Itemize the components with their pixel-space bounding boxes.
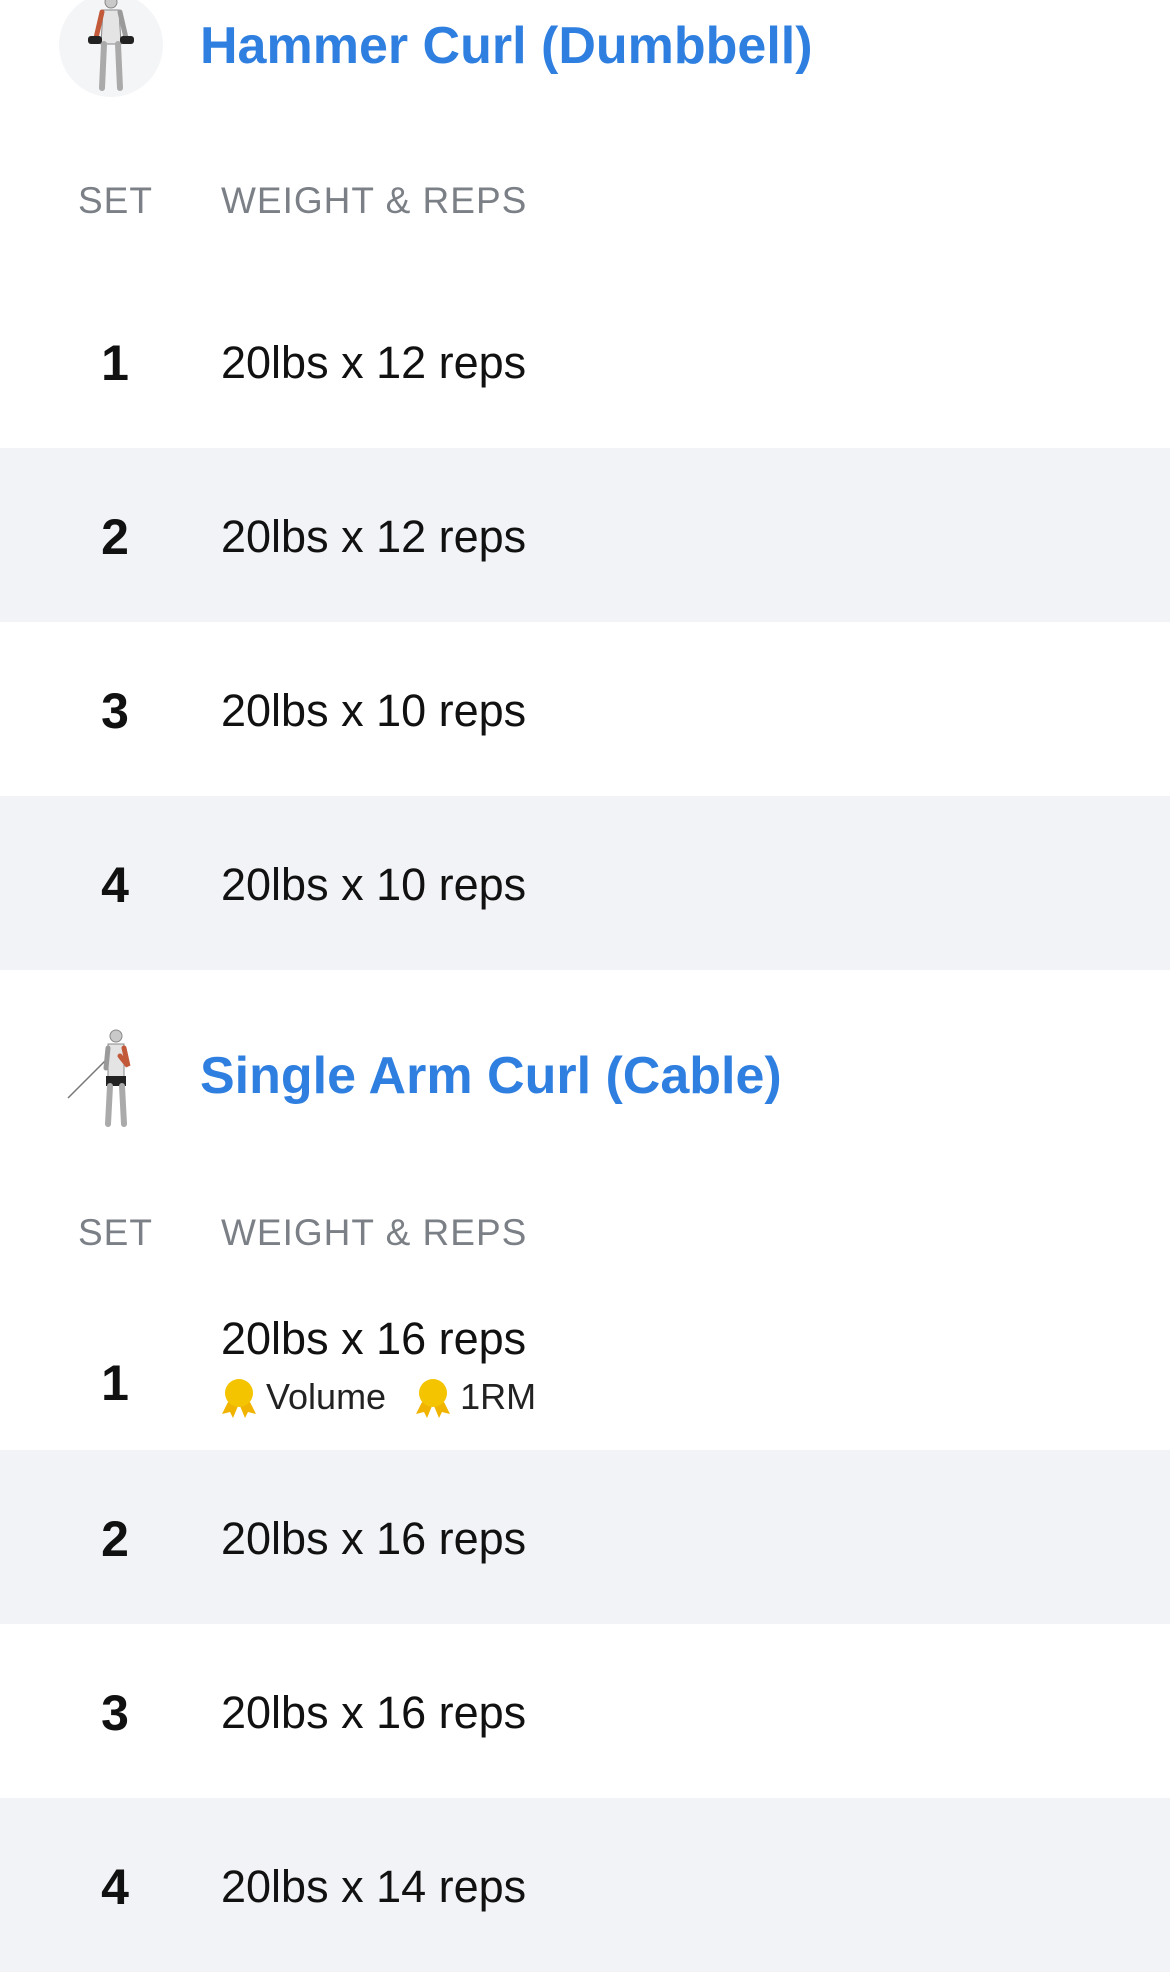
one-rm-badge: 1RM bbox=[412, 1376, 536, 1418]
pr-badges: Volume 1RM bbox=[218, 1376, 562, 1418]
weight-reps-column-label: WEIGHT & REPS bbox=[221, 1212, 528, 1253]
set-weight-reps: 20lbs x 12 reps bbox=[221, 337, 527, 388]
set-number: 2 bbox=[101, 1511, 129, 1567]
set-weight-reps: 20lbs x 10 reps bbox=[221, 685, 527, 736]
cable-figure-icon[interactable] bbox=[58, 1026, 164, 1132]
set-column-label: SET bbox=[78, 1212, 153, 1253]
set-row[interactable]: 3 20lbs x 16 reps bbox=[0, 1624, 1170, 1798]
set-column-label: SET bbox=[78, 180, 153, 221]
set-row[interactable]: 4 20lbs x 14 reps bbox=[0, 1798, 1170, 1972]
set-number: 4 bbox=[101, 857, 129, 913]
set-number: 4 bbox=[101, 1859, 129, 1915]
set-weight-reps: 20lbs x 12 reps bbox=[221, 511, 527, 562]
set-number: 3 bbox=[101, 1685, 129, 1741]
one-rm-badge-label: 1RM bbox=[460, 1376, 537, 1417]
set-weight-reps: 20lbs x 16 reps bbox=[221, 1313, 527, 1364]
set-weight-reps: 20lbs x 10 reps bbox=[221, 859, 527, 910]
set-row[interactable]: 1 20lbs x 12 reps bbox=[0, 274, 1170, 448]
set-number: 1 bbox=[101, 335, 129, 391]
volume-badge: Volume bbox=[218, 1376, 386, 1418]
exercise-title[interactable]: Hammer Curl (Dumbbell) bbox=[200, 20, 813, 72]
set-weight-reps: 20lbs x 14 reps bbox=[221, 1861, 527, 1912]
medal-icon bbox=[222, 1379, 256, 1418]
set-row[interactable]: 2 20lbs x 16 reps bbox=[0, 1450, 1170, 1624]
column-header: SET WEIGHT & REPS bbox=[0, 1212, 1170, 1272]
volume-badge-label: Volume bbox=[266, 1376, 387, 1417]
set-number: 1 bbox=[101, 1355, 129, 1411]
set-row[interactable]: 2 20lbs x 12 reps bbox=[0, 448, 1170, 622]
set-row[interactable]: 3 20lbs x 10 reps bbox=[0, 622, 1170, 796]
set-number: 2 bbox=[101, 509, 129, 565]
weight-reps-column-label: WEIGHT & REPS bbox=[221, 180, 528, 221]
set-weight-reps: 20lbs x 16 reps bbox=[221, 1513, 527, 1564]
set-row[interactable]: 1 20lbs x 16 reps Volume 1RM bbox=[0, 1276, 1170, 1450]
set-weight-reps: 20lbs x 16 reps bbox=[221, 1687, 527, 1738]
column-header: SET WEIGHT & REPS bbox=[0, 180, 1170, 240]
dumbbell-figure-icon[interactable] bbox=[58, 0, 164, 98]
set-number: 3 bbox=[101, 683, 129, 739]
set-row[interactable]: 4 20lbs x 10 reps bbox=[0, 796, 1170, 970]
exercise-title[interactable]: Single Arm Curl (Cable) bbox=[200, 1050, 782, 1102]
medal-icon bbox=[416, 1379, 451, 1418]
